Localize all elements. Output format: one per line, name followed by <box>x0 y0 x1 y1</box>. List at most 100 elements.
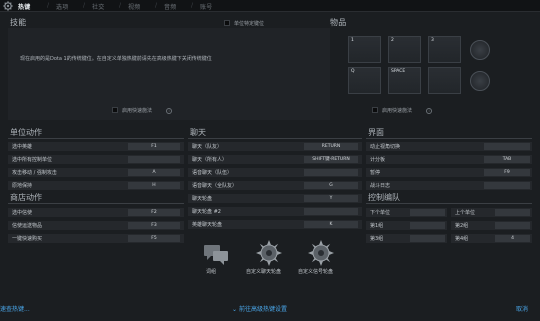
key-binding[interactable] <box>304 208 358 215</box>
key-binding[interactable]: Y <box>304 195 358 202</box>
key-binding[interactable] <box>484 143 530 150</box>
neutral-item-slot[interactable] <box>470 40 490 60</box>
key-binding[interactable] <box>410 235 445 242</box>
row-label: 第3组 <box>370 236 384 242</box>
item-slot-key: SPACE <box>391 69 406 74</box>
tab-account[interactable]: 账号 <box>200 2 213 11</box>
advanced-hotkeys-label: 前往高级热键设置 <box>238 306 287 313</box>
hotkey-row: 计分板 TAB <box>366 155 532 164</box>
key-binding[interactable]: F2 <box>128 209 180 216</box>
row-label: 下个单位 <box>370 210 391 216</box>
tab-separator: / <box>191 2 194 9</box>
key-binding[interactable]: F3 <box>128 222 180 229</box>
key-binding[interactable] <box>484 182 530 189</box>
teleport-item-slot[interactable] <box>470 71 490 91</box>
item-slot-key: 3 <box>431 38 434 43</box>
item-slot-5[interactable]: SPACE <box>388 67 421 94</box>
hotkey-row: 聊天（队友） RETURN <box>188 142 362 151</box>
key-binding[interactable]: TAB <box>484 156 530 163</box>
item-slot-3[interactable]: 3 <box>428 36 461 63</box>
key-binding[interactable] <box>304 169 358 176</box>
tab-hotkeys[interactable]: 热键 <box>18 2 31 11</box>
divider <box>366 203 532 204</box>
item-slot-key: Q <box>351 69 355 74</box>
hotkey-row: 一键快速购买 F5 <box>8 234 184 243</box>
chevron-down-icon: ⌄ <box>232 306 239 313</box>
tab-video[interactable]: 视频 <box>128 2 141 11</box>
hotkey-row: 第4组 4 <box>451 234 532 243</box>
row-label: 聊天（队友） <box>192 144 223 150</box>
top-tab-bar: 热键 / 选项 / 社交 / 视频 / 音频 / 账号 <box>0 0 540 12</box>
row-label: 计分板 <box>370 157 386 163</box>
tab-social[interactable]: 社交 <box>92 2 105 11</box>
chat-wheel-icon <box>256 240 282 266</box>
items-quickcast-checkbox[interactable] <box>372 107 378 113</box>
row-label: 第2组 <box>455 223 469 229</box>
abilities-title: 技能 <box>10 18 27 27</box>
items-quickcast-label: 启用快速施法 <box>382 108 413 114</box>
row-label: 一键快速购买 <box>12 236 43 242</box>
key-binding[interactable]: F9 <box>484 169 530 176</box>
divider <box>8 138 184 139</box>
hotkey-row: 第3组 <box>366 234 447 243</box>
key-binding[interactable]: F1 <box>128 143 180 150</box>
cancel-link[interactable]: 取消 <box>516 304 528 313</box>
hotkey-row: 第2组 <box>451 221 532 230</box>
item-slot-4[interactable]: Q <box>348 67 381 94</box>
hotkey-reference-link[interactable]: 速查热键... <box>0 304 30 313</box>
row-label: 攻击移动 / 强制攻击 <box>12 170 57 176</box>
tab-options[interactable]: 选项 <box>56 2 69 11</box>
tab-separator: / <box>83 2 86 9</box>
custom-chat-wheel-label: 自定义聊天轮盘 <box>246 269 282 275</box>
row-label: 选中英雄 <box>12 144 33 150</box>
info-icon[interactable]: i <box>426 108 432 114</box>
row-label: 信使运送物品 <box>12 223 43 229</box>
hotkey-row: 语音聊天（队伍） <box>188 168 362 177</box>
signal-wheel-icon <box>308 240 334 266</box>
key-binding[interactable]: SHIFT键-RETURN <box>304 156 358 163</box>
unit-specific-checkbox[interactable] <box>224 20 230 26</box>
hotkey-row: 攻击移动 / 强制攻击 A <box>8 168 184 177</box>
key-binding[interactable] <box>410 209 445 216</box>
key-binding[interactable] <box>495 209 530 216</box>
key-binding[interactable]: H <box>128 182 180 189</box>
item-slot-1[interactable]: 1 <box>348 36 381 63</box>
tab-separator: / <box>47 2 50 9</box>
item-slot-key: 1 <box>351 38 354 43</box>
quickcast-checkbox[interactable] <box>112 107 118 113</box>
row-label: 第1组 <box>370 223 384 229</box>
row-label: 原地保持 <box>12 183 33 189</box>
item-slot-2[interactable]: 2 <box>388 36 421 63</box>
divider <box>366 138 532 139</box>
row-label: 选中所有控制单位 <box>12 157 53 163</box>
footer: 速查热键... ⌄ 前往高级热键设置 取消 <box>0 298 540 321</box>
row-label: 动止视角切换 <box>370 144 401 150</box>
advanced-hotkeys-link[interactable]: ⌄ 前往高级热键设置 <box>232 304 287 313</box>
key-binding[interactable]: A <box>128 169 180 176</box>
key-binding[interactable]: RETURN <box>304 143 358 150</box>
key-binding[interactable]: G <box>304 182 358 189</box>
tab-separator: / <box>155 2 158 9</box>
info-icon[interactable]: i <box>166 108 172 114</box>
phrases-button[interactable] <box>202 242 230 268</box>
key-binding[interactable]: F5 <box>128 235 180 242</box>
speech-bubbles-icon <box>204 245 228 265</box>
unit-specific-label: 单位特定键位 <box>234 21 265 27</box>
key-binding[interactable] <box>495 222 530 229</box>
row-label: 语音聊天（队伍） <box>192 170 233 176</box>
hotkey-row: 动止视角切换 <box>366 142 532 151</box>
hotkey-row: 第1组 <box>366 221 447 230</box>
tab-audio[interactable]: 音频 <box>164 2 177 11</box>
item-slot-6[interactable] <box>428 67 461 94</box>
interface-title: 界面 <box>368 128 384 137</box>
custom-signal-wheel-button[interactable] <box>308 240 334 268</box>
hotkey-row: 选中英雄 F1 <box>8 142 184 151</box>
row-label: 战斗日志 <box>370 183 391 189</box>
tab-separator: / <box>119 2 122 9</box>
custom-chat-wheel-button[interactable] <box>256 240 282 268</box>
gear-icon[interactable] <box>3 1 13 11</box>
key-binding[interactable]: 4 <box>495 235 530 242</box>
key-binding[interactable]: K <box>304 221 358 228</box>
key-binding[interactable] <box>410 222 445 229</box>
key-binding[interactable] <box>128 156 180 163</box>
